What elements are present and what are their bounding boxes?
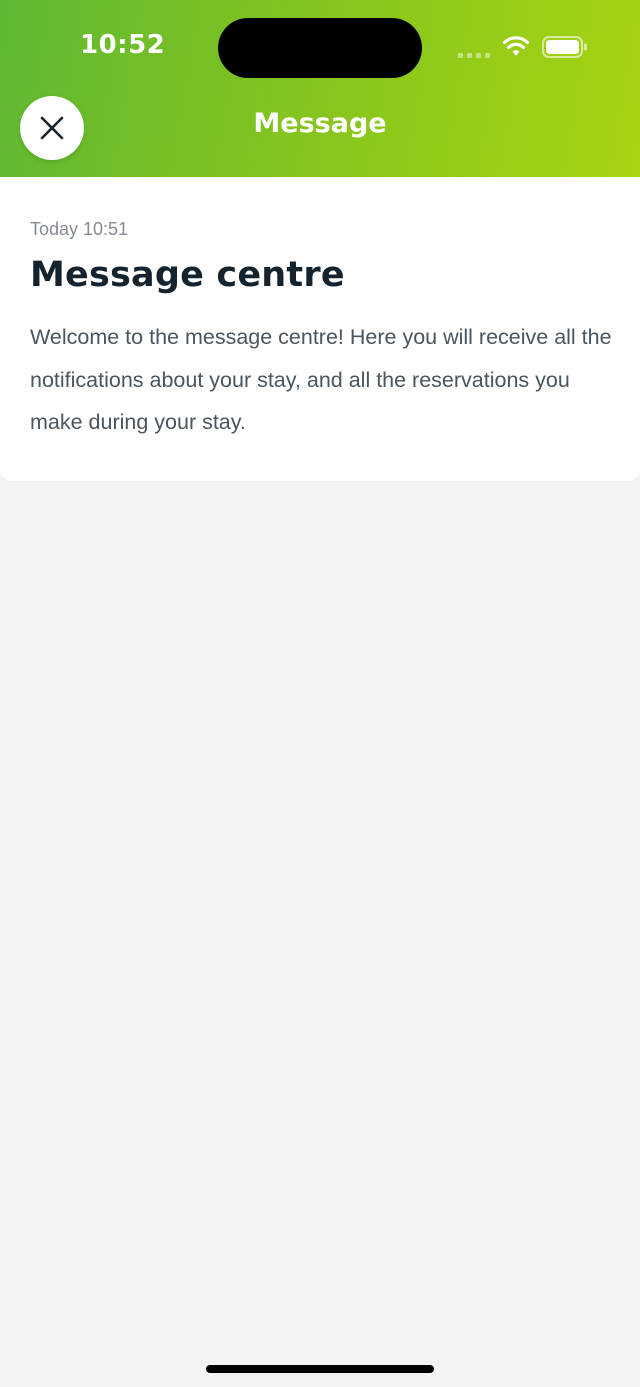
header-bar: 10:52 Message <box>0 0 640 177</box>
home-indicator[interactable] <box>206 1365 434 1373</box>
close-icon <box>40 116 64 140</box>
message-title: Message centre <box>30 255 345 295</box>
screen: 10:52 Message Today 10:51 Message centre… <box>0 0 640 1387</box>
status-time: 10:52 <box>80 30 166 60</box>
cellular-signal-icon <box>458 50 492 58</box>
page-title: Message <box>253 108 387 139</box>
close-button[interactable] <box>20 96 84 160</box>
message-body: Welcome to the message centre! Here you … <box>30 325 612 434</box>
dynamic-island <box>218 18 422 78</box>
message-timestamp: Today 10:51 <box>30 219 129 239</box>
message-card: Today 10:51 Message centre Welcome to th… <box>0 177 640 481</box>
wifi-icon <box>502 36 530 56</box>
battery-icon <box>542 36 587 58</box>
